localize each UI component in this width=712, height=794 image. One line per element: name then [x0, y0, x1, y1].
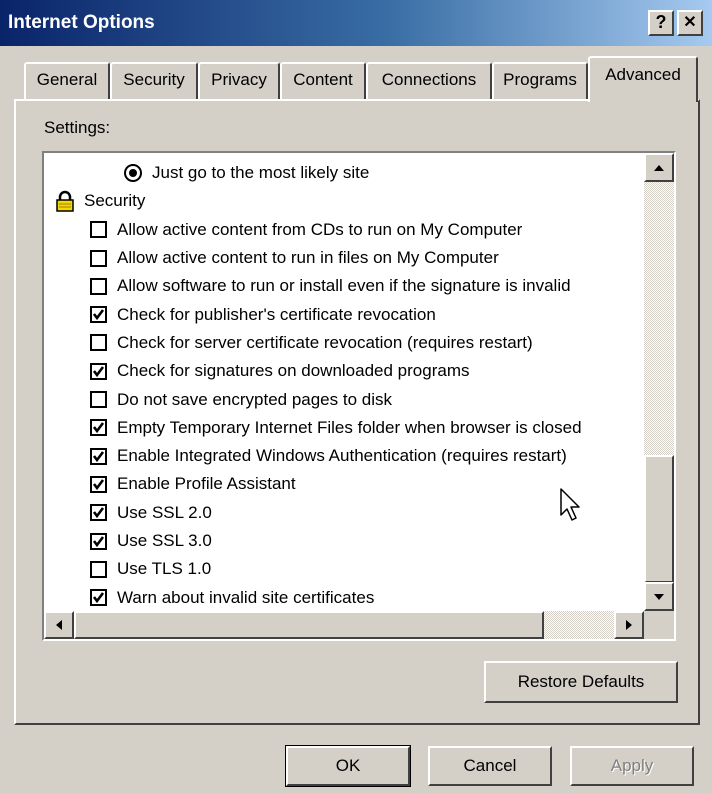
tab-privacy[interactable]: Privacy [198, 62, 280, 100]
horizontal-scroll-thumb[interactable] [74, 611, 544, 639]
settings-item[interactable]: Check for server certificate revocation … [90, 329, 533, 357]
checkbox-checked-icon[interactable] [90, 306, 107, 324]
scroll-right-button[interactable] [614, 611, 644, 639]
checkbox-checked-icon[interactable] [90, 504, 107, 522]
checkbox-checked-icon[interactable] [90, 447, 107, 465]
settings-item-label: Security [84, 191, 146, 211]
settings-item[interactable]: Enable Profile Assistant [90, 470, 296, 498]
tab-advanced[interactable]: Advanced [588, 56, 698, 102]
settings-item-label: Check for signatures on downloaded progr… [117, 361, 470, 381]
settings-item-label: Enable Profile Assistant [117, 474, 296, 494]
settings-item[interactable]: Check for publisher's certificate revoca… [90, 301, 436, 329]
checkbox-checked-icon[interactable] [90, 362, 107, 380]
settings-item[interactable]: Warn about invalid site certificates [90, 584, 374, 612]
checkbox-checked-icon[interactable] [90, 475, 107, 493]
settings-item[interactable]: Allow active content from CDs to run on … [90, 216, 522, 244]
scroll-up-button[interactable] [644, 153, 674, 182]
tab-security[interactable]: Security [110, 62, 198, 100]
settings-item-label: Warn about invalid site certificates [117, 587, 375, 607]
settings-item-label: Empty Temporary Internet Files folder wh… [117, 417, 582, 437]
tab-content[interactable]: Content [280, 62, 366, 100]
settings-item[interactable]: Check for signatures on downloaded progr… [90, 357, 469, 385]
checkbox-icon[interactable] [90, 334, 107, 352]
checkbox-icon[interactable] [90, 391, 107, 409]
settings-item[interactable]: Allow software to run or install even if… [90, 272, 571, 300]
checkbox-checked-icon[interactable] [90, 419, 107, 437]
tab-connections[interactable]: Connections [366, 62, 492, 100]
scrollbar-corner [644, 611, 674, 639]
arrow-right-icon [626, 620, 632, 630]
radio-button-icon[interactable] [124, 164, 142, 183]
settings-item-label: Check for publisher's certificate revoca… [117, 304, 436, 324]
close-button[interactable]: ✕ [677, 10, 703, 36]
apply-button[interactable]: Apply [570, 746, 694, 786]
lock-icon [56, 191, 74, 213]
settings-item-label: Enable Integrated Windows Authentication… [117, 446, 567, 466]
checkbox-checked-icon[interactable] [90, 589, 107, 607]
scroll-thumb[interactable] [644, 455, 674, 583]
help-button[interactable]: ? [648, 10, 674, 36]
settings-group: Security [54, 187, 145, 215]
checkbox-icon[interactable] [90, 560, 107, 578]
window-title: Internet Options [8, 12, 155, 33]
settings-label: Settings: [44, 118, 111, 137]
settings-item-label: Check for server certificate revocation … [117, 332, 533, 352]
settings-item[interactable]: Enable Integrated Windows Authentication… [90, 442, 567, 470]
settings-item-label: Use TLS 1.0 [117, 559, 212, 579]
tab-programs[interactable]: Programs [492, 62, 588, 100]
settings-item-label: Do not save encrypted pages to disk [117, 389, 392, 409]
scroll-down-button[interactable] [644, 582, 674, 611]
settings-item-label: Allow active content to run in files on … [117, 248, 499, 268]
settings-list[interactable]: Just go to the most likely site Security A… [42, 151, 676, 641]
settings-item-label: Allow software to run or install even if… [117, 276, 571, 296]
cancel-button[interactable]: Cancel [428, 746, 552, 786]
settings-item[interactable]: Use SSL 3.0 [90, 527, 212, 555]
arrow-up-icon [654, 165, 664, 171]
arrow-left-icon [56, 620, 62, 630]
settings-item[interactable]: Use SSL 2.0 [90, 499, 212, 527]
restore-defaults-button[interactable]: Restore Defaults [484, 661, 678, 703]
tab-general[interactable]: General [24, 62, 110, 100]
ok-button[interactable]: OK [285, 745, 411, 787]
settings-item-label: Just go to the most likely site [152, 163, 370, 183]
checkbox-checked-icon[interactable] [90, 532, 107, 550]
settings-item[interactable]: Allow active content to run in files on … [90, 244, 499, 272]
settings-item-label: Allow active content from CDs to run on … [117, 219, 523, 239]
mouse-cursor-icon [560, 488, 580, 521]
settings-item[interactable]: Do not save encrypted pages to disk [90, 385, 392, 413]
settings-item[interactable]: Use TLS 1.0 [90, 555, 211, 583]
arrow-down-icon [654, 594, 664, 600]
settings-item[interactable]: Just go to the most likely site [124, 159, 369, 187]
checkbox-icon[interactable] [90, 249, 107, 267]
settings-item-label: Use SSL 2.0 [117, 502, 212, 522]
settings-item-label: Use SSL 3.0 [117, 531, 212, 551]
settings-item[interactable]: Empty Temporary Internet Files folder wh… [90, 414, 582, 442]
checkbox-icon[interactable] [90, 277, 107, 295]
checkbox-icon[interactable] [90, 221, 107, 239]
scroll-left-button[interactable] [44, 611, 74, 639]
